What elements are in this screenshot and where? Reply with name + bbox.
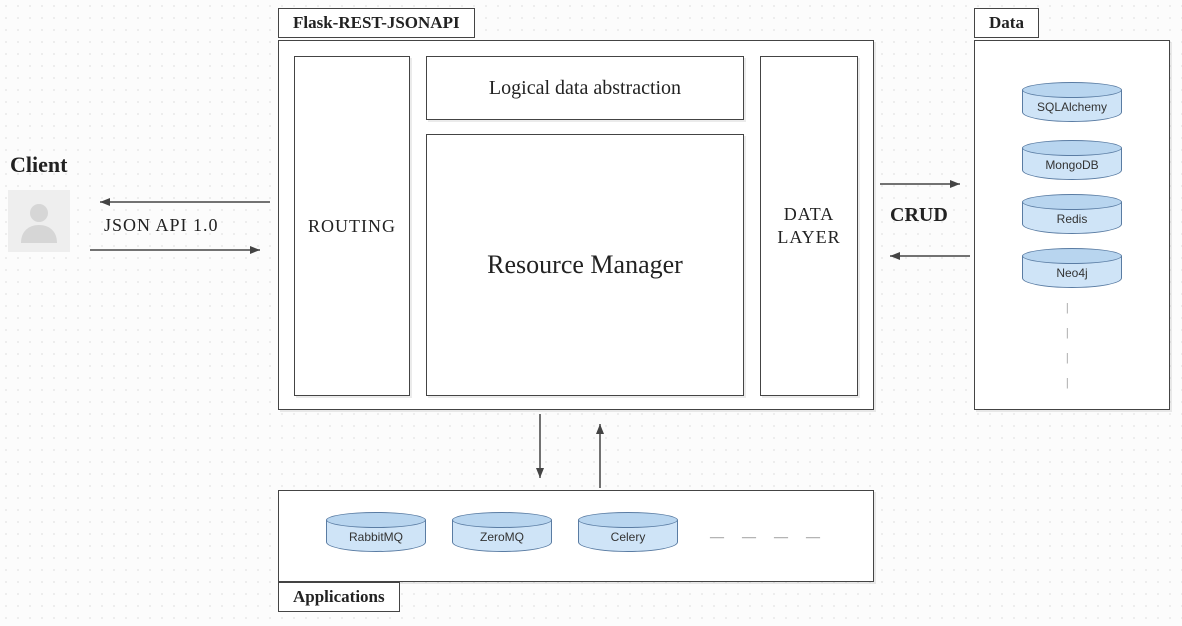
- arrow-client-right: [90, 244, 270, 256]
- crud-label: CRUD: [890, 204, 948, 227]
- routing-box: ROUTING: [294, 56, 410, 396]
- data-layer-box: DATA LAYER: [760, 56, 858, 396]
- logical-abstraction-box: Logical data abstraction: [426, 56, 744, 120]
- api-version-label: JSON API 1.0: [104, 215, 219, 236]
- arrow-apps-up: [594, 414, 606, 488]
- app-label: ZeroMQ: [480, 530, 524, 544]
- routing-label: ROUTING: [308, 216, 396, 237]
- data-title-tab: Data: [974, 8, 1039, 38]
- arrow-crud-left: [880, 250, 970, 262]
- client-label: Client: [10, 152, 67, 178]
- app-zeromq: ZeroMQ: [452, 512, 552, 552]
- app-label: RabbitMQ: [349, 530, 403, 544]
- app-label: Celery: [611, 530, 646, 544]
- db-label: SQLAlchemy: [1037, 100, 1107, 114]
- resource-manager-label: Resource Manager: [487, 250, 683, 280]
- resource-manager-box: Resource Manager: [426, 134, 744, 396]
- db-sqlalchemy: SQLAlchemy: [1022, 82, 1122, 122]
- db-neo4j: Neo4j: [1022, 248, 1122, 288]
- data-ellipsis-icon: ||||: [1066, 300, 1068, 390]
- arrow-client-left: [90, 196, 270, 208]
- db-label: MongoDB: [1045, 158, 1098, 172]
- data-layer-label: DATA LAYER: [761, 203, 857, 250]
- arrow-crud-right: [880, 178, 970, 190]
- arrow-apps-down: [534, 414, 546, 488]
- db-mongodb: MongoDB: [1022, 140, 1122, 180]
- app-celery: Celery: [578, 512, 678, 552]
- db-redis: Redis: [1022, 194, 1122, 234]
- client-avatar-icon: [8, 190, 70, 252]
- framework-title-tab: Flask-REST-JSONAPI: [278, 8, 475, 38]
- applications-ellipsis-icon: ————: [710, 530, 820, 546]
- db-label: Neo4j: [1056, 266, 1087, 280]
- db-label: Redis: [1057, 212, 1088, 226]
- logical-abstraction-label: Logical data abstraction: [489, 77, 681, 100]
- app-rabbitmq: RabbitMQ: [326, 512, 426, 552]
- applications-title-tab: Applications: [278, 582, 400, 612]
